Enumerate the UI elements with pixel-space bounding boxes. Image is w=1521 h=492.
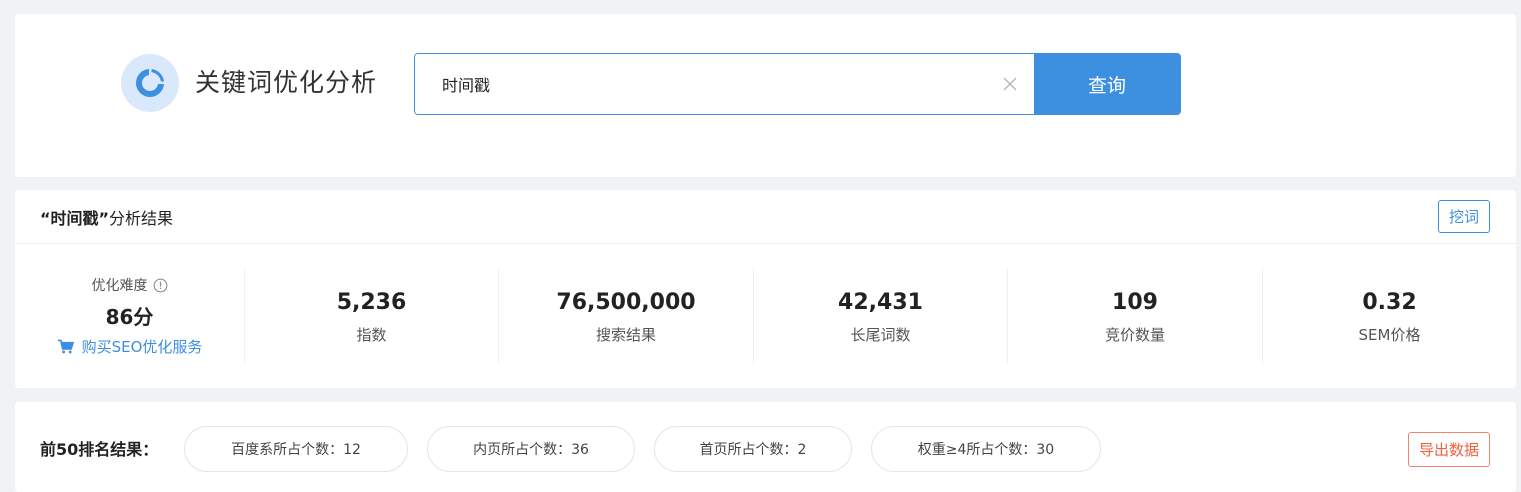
pill-inner-page-count[interactable]: 内页所占个数：36: [427, 426, 635, 472]
metric-value: 0.32: [1362, 289, 1417, 315]
buy-seo-service-link[interactable]: 购买SEO优化服务: [57, 336, 203, 357]
buy-link-label: 购买SEO优化服务: [81, 338, 203, 356]
metric-bid-count: 109 竞价数量: [1007, 268, 1262, 364]
pill-homepage-count[interactable]: 首页所占个数：2: [654, 426, 852, 472]
result-header: “时间戳”分析结果 挖词: [15, 190, 1516, 244]
metric-label: 指数: [356, 325, 387, 344]
pie-chart-icon: [136, 69, 164, 97]
result-keyword: “时间戳”: [40, 208, 110, 228]
metric-value: 5,236: [336, 289, 407, 315]
metric-label: 竞价数量: [1104, 325, 1165, 344]
difficulty-label-row: 优化难度: [92, 275, 168, 295]
difficulty-label: 优化难度: [91, 278, 148, 294]
result-title-suffix: 分析结果: [109, 208, 174, 228]
clear-icon[interactable]: [1002, 76, 1018, 92]
metric-value: 76,500,000: [556, 289, 696, 315]
pill-baidu-count[interactable]: 百度系所占个数：12: [184, 426, 408, 472]
metric-sem-price: 0.32 SEM价格: [1262, 268, 1516, 364]
metric-label: 长尾词数: [850, 325, 911, 344]
search-input[interactable]: [415, 54, 1034, 114]
export-data-button[interactable]: 导出数据: [1407, 432, 1490, 467]
metric-index: 5,236 指数: [244, 268, 498, 364]
app-title: 关键词优化分析: [195, 68, 378, 97]
metric-label: 搜索结果: [595, 325, 656, 344]
result-card: “时间戳”分析结果 挖词 优化难度 86分 购买SEO优化服务 5,236 指数…: [15, 190, 1516, 388]
metrics-row: 优化难度 86分 购买SEO优化服务 5,236 指数 76,500,000 搜…: [15, 268, 1516, 364]
cart-icon: [57, 339, 74, 354]
metric-label: SEM价格: [1358, 325, 1421, 344]
search-box: 查询: [414, 53, 1181, 115]
metric-value: 109: [1112, 289, 1158, 315]
metric-difficulty: 优化难度 86分 购买SEO优化服务: [15, 268, 244, 364]
result-title: “时间戳”分析结果: [40, 205, 173, 229]
difficulty-score: 86分: [105, 305, 154, 329]
mine-words-button[interactable]: 挖词: [1437, 200, 1490, 233]
metric-longtail: 42,431 长尾词数: [753, 268, 1007, 364]
metric-value: 42,431: [838, 289, 923, 315]
search-card: 关键词优化分析 查询: [15, 14, 1516, 177]
pill-weight-count[interactable]: 权重≥4所占个数：30: [871, 426, 1101, 472]
logo: [121, 54, 179, 112]
info-icon[interactable]: [153, 278, 168, 293]
search-input-wrap: [415, 54, 1034, 114]
top50-label: 前50排名结果：: [40, 440, 159, 459]
search-button[interactable]: 查询: [1034, 54, 1180, 114]
metric-search-results: 76,500,000 搜索结果: [498, 268, 753, 364]
top50-card: 前50排名结果： 百度系所占个数：12 内页所占个数：36 首页所占个数：2 权…: [15, 402, 1516, 492]
